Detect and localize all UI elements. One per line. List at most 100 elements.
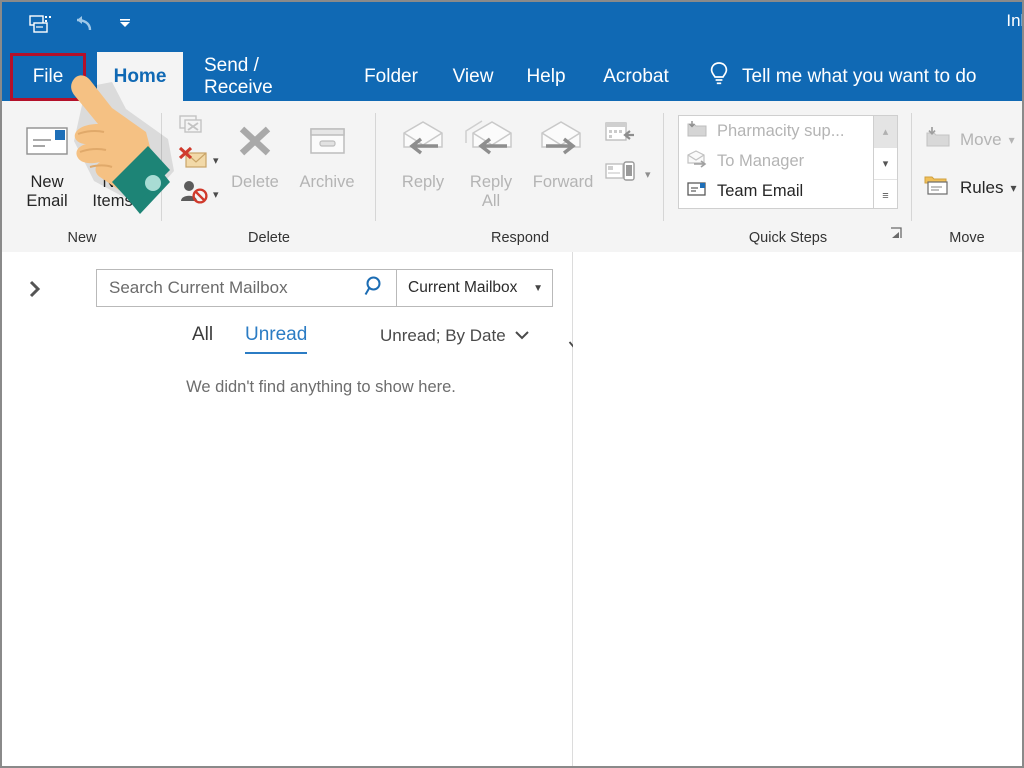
- archive-label: Archive: [299, 173, 355, 191]
- quick-steps-gallery: Pharmacity sup... To Manager Team Email: [678, 115, 886, 209]
- block-sender-button[interactable]: ▾: [178, 179, 219, 210]
- reply-all-icon: [460, 111, 522, 173]
- ribbon-group-delete-label: Delete: [248, 230, 290, 246]
- quick-step-item-pharmacity[interactable]: Pharmacity sup...: [679, 116, 885, 146]
- rules-label: Rules: [960, 177, 1004, 197]
- empty-list-message: We didn't find anything to show here.: [186, 378, 456, 396]
- search-scope-label: Current Mailbox: [408, 279, 518, 296]
- chevron-up-icon: ▴: [882, 126, 889, 138]
- chevron-down-icon: [514, 326, 530, 346]
- archive-button[interactable]: Archive: [288, 111, 366, 192]
- chevron-down-icon: ▼: [533, 282, 543, 294]
- tell-me-box[interactable]: Tell me what you want to do: [708, 52, 976, 101]
- tell-me-label: Tell me what you want to do: [742, 65, 977, 87]
- quick-steps-more-button[interactable]: ≡: [874, 180, 897, 211]
- delete-button[interactable]: Delete: [216, 111, 294, 192]
- message-filter-row: All Unread Unread; By Date: [70, 324, 582, 368]
- quick-step-item-team-email[interactable]: Team Email: [679, 176, 885, 206]
- reply-button[interactable]: Reply: [384, 111, 462, 192]
- rules-button[interactable]: Rules ▾: [922, 173, 1017, 202]
- tab-help[interactable]: Help: [512, 52, 580, 101]
- ribbon-group-respond-label: Respond: [490, 230, 550, 246]
- quick-steps-scrollbar: ▴ ▾ ≡: [873, 115, 898, 209]
- new-items-label-2: Items: [92, 192, 133, 210]
- ribbon-group-new-label: New: [67, 230, 97, 246]
- ribbon-tab-strip: File Home Send / Receive Folder View Hel…: [2, 52, 1022, 101]
- ribbon-group-quick-steps-label: Quick Steps: [748, 230, 828, 246]
- move-button[interactable]: Move ▾: [922, 125, 1015, 154]
- ribbon-group-move-label: Move: [949, 230, 985, 246]
- junk-button[interactable]: ▾: [178, 145, 219, 176]
- search-icon[interactable]: [364, 275, 386, 302]
- block-sender-icon: [178, 179, 210, 210]
- reply-icon: [394, 111, 452, 173]
- meeting-icon: [604, 119, 636, 150]
- ribbon-group-respond: Reply Reply All Forward ▾ Respond: [376, 101, 664, 252]
- move-folder-icon: [922, 125, 952, 154]
- ribbon-group-delete: ▾ ▾ Delete Archive Delete: [162, 101, 376, 252]
- ignore-button[interactable]: [178, 113, 208, 142]
- new-items-icon: [91, 111, 147, 173]
- chevron-down-icon: ▾: [132, 192, 146, 210]
- ribbon-group-new: New Email New Items ▾ New: [2, 101, 162, 252]
- move-to-folder-icon: [686, 120, 708, 143]
- delete-label: Delete: [231, 173, 279, 191]
- forward-button[interactable]: Forward: [524, 111, 602, 192]
- delete-x-icon: [229, 111, 281, 173]
- to-manager-icon: [686, 149, 708, 173]
- sort-label: Unread; By Date: [380, 326, 506, 345]
- search-box[interactable]: [96, 269, 397, 307]
- reply-device-icon: [604, 159, 638, 190]
- chevron-down-icon: ▾: [1010, 180, 1017, 195]
- tab-folder[interactable]: Folder: [347, 52, 435, 101]
- quick-steps-dialog-launcher[interactable]: [890, 227, 904, 246]
- tab-file[interactable]: File: [10, 52, 86, 101]
- message-list-pane: Current Mailbox ▼ All Unread Unread; By …: [70, 252, 582, 766]
- junk-envelope-icon: [178, 145, 210, 176]
- navigation-pane: [2, 252, 71, 766]
- chevron-down-icon: ▾: [1008, 132, 1015, 147]
- filter-all-button[interactable]: All: [192, 324, 213, 352]
- archive-box-icon: [301, 111, 353, 173]
- new-email-button[interactable]: New Email: [8, 111, 86, 211]
- quick-step-label: Team Email: [717, 181, 804, 200]
- tab-acrobat[interactable]: Acrobat: [584, 52, 688, 101]
- search-scope-dropdown[interactable]: Current Mailbox ▼: [397, 269, 553, 307]
- chevron-down-icon: ▾: [645, 169, 651, 181]
- more-icon: ≡: [882, 189, 889, 202]
- new-items-button[interactable]: New Items ▾: [80, 111, 158, 211]
- reply-all-button[interactable]: Reply All: [452, 111, 530, 211]
- quick-access-toolbar: [28, 12, 138, 38]
- quick-step-label: Pharmacity sup...: [717, 121, 845, 140]
- ribbon-group-quick-steps: Pharmacity sup... To Manager Team Email …: [664, 101, 912, 252]
- filter-unread-button[interactable]: Unread: [245, 324, 308, 354]
- reply-all-label-2: All: [481, 192, 501, 210]
- title-bar: Inb: [2, 2, 1022, 52]
- chevron-right-icon: [29, 280, 41, 298]
- undo-icon[interactable]: [70, 12, 96, 38]
- quick-steps-scroll-down-button[interactable]: ▾: [874, 148, 897, 180]
- new-email-label-2: Email: [26, 192, 68, 210]
- ribbon-group-move: Move ▾ Rules ▾ Move: [912, 101, 1022, 252]
- reply-all-label-1: Reply: [469, 173, 513, 191]
- customize-quick-access-toolbar-icon[interactable]: [112, 12, 138, 38]
- forward-icon: [533, 111, 593, 173]
- search-input[interactable]: [107, 277, 364, 299]
- meeting-button[interactable]: [604, 119, 636, 150]
- quick-steps-scroll-up-button[interactable]: ▴: [874, 116, 897, 148]
- send-receive-all-folders-icon[interactable]: [28, 12, 54, 38]
- chevron-down-icon: ▾: [882, 158, 889, 170]
- sort-dropdown[interactable]: Unread; By Date: [380, 326, 530, 346]
- window-title: Inb: [1006, 11, 1022, 30]
- ignore-icon: [178, 113, 208, 142]
- new-email-icon: [19, 111, 75, 173]
- tab-view[interactable]: View: [439, 52, 507, 101]
- reply-device-button[interactable]: ▾: [604, 159, 651, 190]
- move-label: Move: [960, 129, 1002, 149]
- new-items-label-1: New: [102, 173, 136, 191]
- lightbulb-icon: [708, 61, 730, 93]
- expand-folder-pane-button[interactable]: [26, 278, 44, 305]
- tab-send-receive[interactable]: Send / Receive: [190, 52, 342, 101]
- tab-home[interactable]: Home: [97, 52, 183, 101]
- quick-step-item-to-manager[interactable]: To Manager: [679, 146, 885, 176]
